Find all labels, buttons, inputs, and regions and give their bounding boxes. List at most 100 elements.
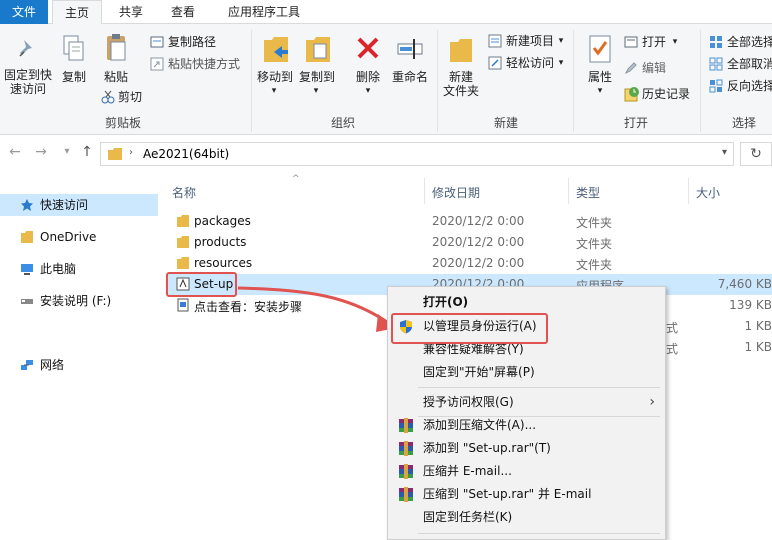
new-group-label: 新建 — [493, 116, 518, 130]
up-arrow-icon[interactable]: ↑ — [78, 144, 96, 160]
chevron-down-icon: ▾ — [365, 86, 371, 96]
sidebar-item-quick-access[interactable]: 快速访问 — [0, 194, 158, 216]
file-size: 7,460 KB — [717, 277, 772, 291]
select-all-button[interactable]: 全部选择 — [727, 35, 772, 49]
back-arrow-icon[interactable]: ← — [6, 144, 24, 160]
sidebar-item-drive-f[interactable]: 安装说明 (F:) — [0, 290, 158, 312]
navigation-bar: ← → ▾ ↑ › Ae2021(64bit) ▾ ↻ — [0, 136, 772, 176]
column-header-size[interactable]: 大小 — [696, 184, 720, 201]
chevron-down-icon: ▾ — [672, 37, 678, 47]
new-folder-button[interactable]: 新建 文件夹 — [440, 70, 482, 98]
tab-view[interactable]: 查看 — [160, 0, 206, 24]
menu-item-grant-access[interactable]: 授予访问权限(G) › — [388, 391, 665, 414]
sidebar-item-onedrive[interactable]: OneDrive — [0, 226, 158, 248]
pin-quick-access-button[interactable]: 固定到快 速访问 — [2, 68, 54, 96]
recent-locations-chevron-icon[interactable]: ▾ — [58, 146, 76, 157]
copy-button[interactable]: 复制 — [58, 70, 90, 84]
menu-item-label: 固定到"开始"屏幕(P) — [423, 365, 535, 379]
chevron-down-icon: ▾ — [558, 58, 564, 68]
easy-access-button[interactable]: 轻松访问 — [506, 56, 554, 70]
invert-selection-icon — [709, 79, 723, 93]
copy-path-button[interactable]: 复制路径 — [168, 35, 216, 49]
select-none-button[interactable]: 全部取消 — [727, 57, 772, 71]
move-to-button[interactable]: 移动到 — [254, 70, 296, 84]
menu-item-label: 添加到压缩文件(A)... — [423, 418, 537, 432]
properties-icon — [589, 35, 611, 63]
folder-icon — [177, 236, 189, 248]
sidebar-item-network[interactable]: 网络 — [0, 354, 158, 376]
properties-button[interactable]: 属性 — [582, 70, 618, 84]
folder-icon — [177, 215, 189, 227]
sidebar-item-this-pc[interactable]: 此电脑 — [0, 258, 158, 280]
menu-separator — [418, 533, 660, 534]
menu-item-label: 兼容性疑难解答(Y) — [423, 342, 524, 356]
column-divider[interactable] — [424, 178, 425, 204]
tab-share[interactable]: 共享 — [108, 0, 154, 24]
new-item-button[interactable]: 新建项目 — [506, 34, 554, 48]
delete-icon — [357, 37, 379, 59]
address-bar[interactable]: › Ae2021(64bit) ▾ — [100, 142, 734, 166]
scissors-icon — [101, 90, 115, 104]
new-folder-icon — [450, 39, 472, 62]
menu-item-add-rar[interactable]: 添加到 "Set-up.rar"(T) — [388, 437, 665, 460]
cut-button[interactable]: 剪切 — [118, 90, 142, 104]
star-icon — [21, 199, 33, 211]
file-type: 文件夹 — [576, 258, 613, 272]
folder-icon — [177, 257, 189, 269]
menu-item-pin-taskbar[interactable]: 固定到任务栏(K) — [388, 506, 665, 529]
group-separator — [700, 30, 701, 132]
copy-to-button[interactable]: 复制到 — [296, 70, 338, 84]
menu-item-open[interactable]: 打开(O) — [388, 291, 665, 314]
sidebar-item-label: OneDrive — [40, 230, 97, 244]
file-row-resources[interactable]: resources 2020/12/2 0:00 文件夹 — [168, 253, 772, 274]
file-name: products — [194, 235, 247, 249]
tab-app-tools[interactable]: 应用程序工具 — [218, 0, 310, 24]
edit-button[interactable]: 编辑 — [642, 61, 666, 75]
paste-icon — [107, 34, 126, 61]
folder-icon — [21, 231, 33, 243]
menu-item-compress-email[interactable]: 压缩并 E-mail... — [388, 460, 665, 483]
ribbon-tabs: 文件 主页 共享 查看 应用程序工具 — [0, 0, 772, 25]
file-row-packages[interactable]: packages 2020/12/2 0:00 文件夹 — [168, 211, 772, 232]
highlight-box — [391, 313, 548, 344]
open-button[interactable]: 打开 — [642, 35, 666, 49]
edit-icon — [624, 62, 637, 75]
refresh-button[interactable]: ↻ — [740, 142, 772, 166]
column-header-date[interactable]: 修改日期 — [432, 184, 480, 201]
navigation-pane: 快速访问 OneDrive 此电脑 安装说明 (F:) 网络 — [0, 176, 158, 540]
delete-button[interactable]: 删除 — [350, 70, 386, 84]
column-header-name[interactable]: 名称 — [172, 184, 196, 201]
clipboard-group-label: 剪贴板 — [104, 116, 141, 130]
winrar-icon — [399, 464, 413, 479]
invert-selection-button[interactable]: 反向选择 — [727, 79, 772, 93]
menu-item-pin-start[interactable]: 固定到"开始"屏幕(P) — [388, 361, 665, 384]
breadcrumb-folder[interactable]: Ae2021(64bit) — [143, 147, 229, 161]
sidebar-item-label: 此电脑 — [40, 262, 77, 276]
select-none-icon — [709, 57, 723, 71]
file-date: 2020/12/2 0:00 — [432, 214, 525, 228]
sidebar-item-label: 安装说明 (F:) — [40, 294, 112, 308]
group-separator — [251, 30, 252, 132]
file-row-products[interactable]: products 2020/12/2 0:00 文件夹 — [168, 232, 772, 253]
computer-icon — [21, 264, 33, 275]
column-divider[interactable] — [568, 178, 569, 204]
winrar-icon — [399, 441, 413, 456]
tab-file[interactable]: 文件 — [0, 0, 48, 24]
paste-shortcut-button[interactable]: 粘贴快捷方式 — [168, 57, 240, 71]
forward-arrow-icon[interactable]: → — [32, 144, 50, 160]
new-item-icon — [488, 34, 502, 48]
rename-button[interactable]: 重命名 — [388, 70, 432, 84]
file-size: 139 KB — [729, 298, 772, 312]
menu-item-compress-rar-email[interactable]: 压缩到 "Set-up.rar" 并 E-mail — [388, 483, 665, 506]
pin-icon — [19, 40, 32, 57]
menu-item-add-archive[interactable]: 添加到压缩文件(A)... — [388, 414, 665, 437]
submenu-chevron-icon: › — [649, 394, 655, 410]
move-to-icon — [264, 37, 288, 62]
paste-button[interactable]: 粘贴 — [100, 70, 132, 84]
column-header-type[interactable]: 类型 — [576, 184, 600, 201]
history-button[interactable]: 历史记录 — [642, 87, 690, 101]
column-divider[interactable] — [688, 178, 689, 204]
tab-home[interactable]: 主页 — [52, 0, 102, 25]
address-dropdown-chevron-icon[interactable]: ▾ — [722, 147, 727, 158]
file-size: 1 KB — [744, 319, 772, 333]
